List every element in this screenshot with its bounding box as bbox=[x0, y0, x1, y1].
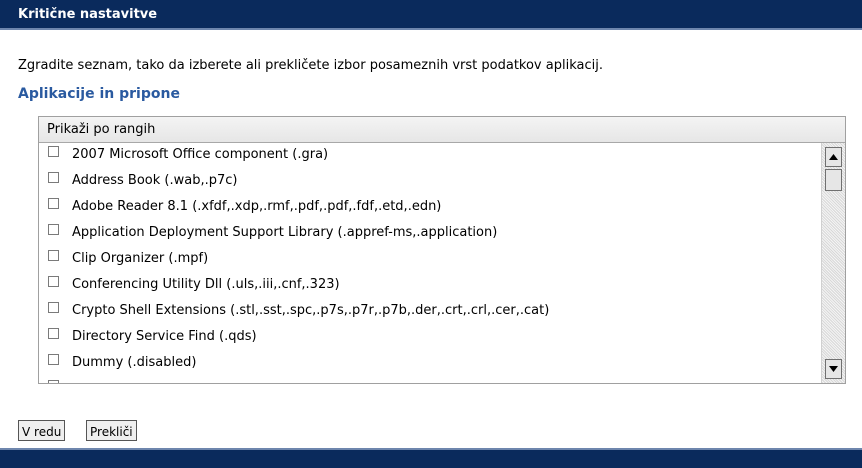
ok-button[interactable]: V redu bbox=[18, 420, 66, 441]
list-item-label: Dummy (.disabled) bbox=[72, 354, 197, 370]
checkbox[interactable] bbox=[48, 197, 59, 209]
section-title: Aplikacije in pripone bbox=[18, 86, 180, 102]
checkbox[interactable] bbox=[48, 353, 59, 365]
description-text: Zgradite seznam, tako da izberete ali pr… bbox=[18, 58, 603, 73]
list-item-label: Clip Organizer (.mpf) bbox=[72, 250, 209, 266]
list-item[interactable]: Application Deployment Support Library (… bbox=[48, 221, 497, 243]
vertical-scrollbar[interactable] bbox=[821, 143, 845, 383]
list-item[interactable]: Address Book (.wab,.p7c) bbox=[48, 169, 237, 191]
scroll-down-button[interactable] bbox=[825, 359, 842, 379]
checkbox[interactable] bbox=[48, 223, 59, 235]
list-item[interactable]: Crypto Shell Extensions (.stl,.sst,.spc,… bbox=[48, 299, 549, 321]
checkbox[interactable] bbox=[48, 379, 59, 383]
list-item-label: Address Book (.wab,.p7c) bbox=[72, 172, 238, 188]
cancel-button[interactable]: Prekliči bbox=[86, 420, 137, 441]
checkbox[interactable] bbox=[48, 327, 59, 339]
scroll-thumb[interactable] bbox=[825, 169, 842, 191]
list-item[interactable]: 2007 Microsoft Office component (.gra) bbox=[48, 143, 328, 165]
checkbox[interactable] bbox=[48, 249, 59, 261]
list-item-label: 2007 Microsoft Office component (.gra) bbox=[72, 146, 329, 162]
list-item[interactable]: Conferencing Utility Dll (.uls,.iii,.cnf… bbox=[48, 273, 340, 295]
checkbox[interactable] bbox=[48, 171, 59, 183]
list-item-label: Conferencing Utility Dll (.uls,.iii,.cnf… bbox=[72, 276, 340, 292]
list-item[interactable]: Clip Organizer (.mpf) bbox=[48, 247, 208, 269]
list-item[interactable]: Adobe Reader 8.1 (.xfdf,.xdp,.rmf,.pdf,.… bbox=[48, 195, 441, 217]
applications-panel: Prikaži po rangih 2007 Microsoft Office … bbox=[38, 116, 846, 384]
list-item-label: Adobe Reader 8.1 (.xfdf,.xdp,.rmf,.pdf,.… bbox=[72, 198, 442, 214]
checkbox[interactable] bbox=[48, 301, 59, 313]
list-item-label: Application Deployment Support Library (… bbox=[72, 224, 498, 240]
title-bar: Kritične nastavitve bbox=[0, 0, 862, 30]
list-item[interactable]: Directory Service Find (.qds) bbox=[48, 325, 257, 347]
list-item-label: Crypto Shell Extensions (.stl,.sst,.spc,… bbox=[72, 302, 550, 318]
applications-list: 2007 Microsoft Office component (.gra) A… bbox=[39, 143, 821, 383]
list-item[interactable] bbox=[48, 377, 72, 383]
list-header[interactable]: Prikaži po rangih bbox=[39, 117, 845, 143]
checkbox[interactable] bbox=[48, 145, 59, 157]
checkbox[interactable] bbox=[48, 275, 59, 287]
list-item[interactable]: Dummy (.disabled) bbox=[48, 351, 196, 373]
footer-bar bbox=[0, 448, 862, 468]
scroll-up-icon bbox=[829, 154, 838, 160]
list-item-label: Directory Service Find (.qds) bbox=[72, 328, 257, 344]
scroll-down-icon bbox=[829, 366, 838, 372]
page-title: Kritične nastavitve bbox=[18, 7, 158, 22]
scroll-up-button[interactable] bbox=[825, 147, 842, 167]
